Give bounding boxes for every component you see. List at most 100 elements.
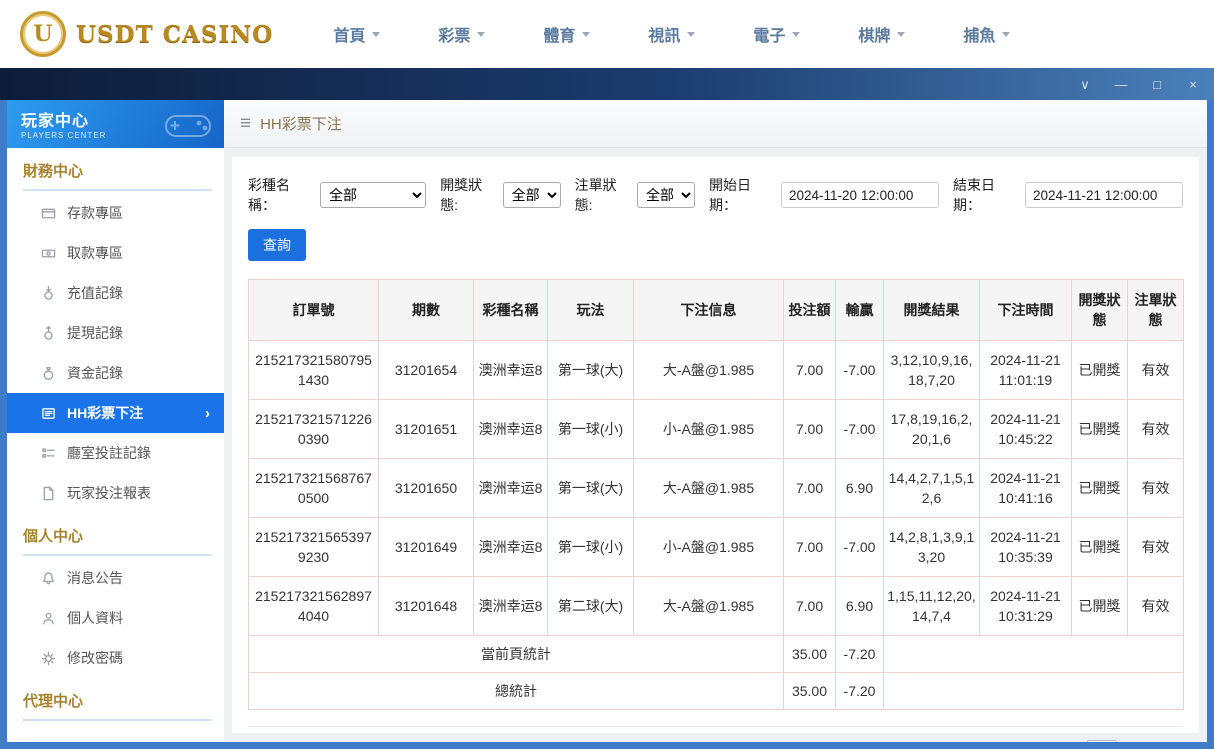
window-body: 玩家中心 PLAYERS CENTER 財務中心 存款專區 取款專區 充值記錄 bbox=[0, 100, 1214, 749]
search-button[interactable]: 查詢 bbox=[248, 229, 306, 261]
sidebar-item-announcements[interactable]: 消息公告 bbox=[7, 558, 224, 598]
hall-icon bbox=[41, 446, 56, 461]
sidebar-header: 玩家中心 PLAYERS CENTER bbox=[7, 100, 224, 148]
column-header-bet-amount: 投注額 bbox=[783, 279, 836, 341]
sidebar-section-personal[interactable]: 個人中心 bbox=[23, 525, 212, 556]
cell-lottery: 澳洲幸运8 bbox=[473, 458, 548, 518]
total-summary-empty bbox=[883, 672, 1184, 710]
cell-bet-amount: 7.00 bbox=[783, 576, 836, 636]
sidebar-item-deposit[interactable]: 存款專區 bbox=[7, 193, 224, 233]
cell-bet-time: 2024-11-21 10:45:22 bbox=[979, 399, 1072, 459]
cell-order-status: 有效 bbox=[1127, 399, 1184, 459]
menu-toggle-icon[interactable]: ≡ bbox=[240, 113, 251, 135]
chevron-down-icon bbox=[582, 31, 591, 37]
jump-label-before: 第 bbox=[1063, 741, 1077, 742]
total-summary-bet: 35.00 bbox=[783, 672, 836, 710]
cell-draw-status: 已開獎 bbox=[1071, 399, 1128, 459]
cell-play: 第一球(小) bbox=[547, 517, 634, 577]
window-minimize-icon[interactable]: — bbox=[1114, 78, 1128, 91]
total-summary-label: 總統計 bbox=[248, 672, 784, 710]
cell-play: 第一球(大) bbox=[547, 340, 634, 400]
sidebar-item-player-bet-report[interactable]: 玩家投注報表 bbox=[7, 473, 224, 513]
sidebar-item-withdraw[interactable]: 取款專區 bbox=[7, 233, 224, 273]
cell-winloss: -7.00 bbox=[835, 399, 884, 459]
lottery-name-select[interactable]: 全部 bbox=[319, 182, 427, 208]
window-maximize-icon[interactable]: □ bbox=[1150, 78, 1164, 91]
jump-button[interactable]: 跳转 bbox=[1151, 741, 1179, 742]
cell-play: 第一球(大) bbox=[547, 458, 634, 518]
column-header-draw-status: 開獎狀態 bbox=[1071, 279, 1128, 341]
cell-bet-info: 小-A盤@1.985 bbox=[633, 517, 784, 577]
cell-period: 31201650 bbox=[378, 458, 474, 518]
cell-draw-result: 17,8,19,16,2,20,1,6 bbox=[883, 399, 980, 459]
start-date-input[interactable] bbox=[781, 182, 940, 208]
gamepad-icon bbox=[165, 115, 211, 137]
cell-bet-time: 2024-11-21 10:31:29 bbox=[979, 576, 1072, 636]
sidebar-section-agent[interactable]: 代理中心 bbox=[23, 690, 212, 721]
cell-period: 31201649 bbox=[378, 517, 474, 577]
draw-status-label: 開獎狀態: bbox=[440, 177, 483, 213]
nav-item-slots[interactable]: 電子 bbox=[753, 22, 801, 46]
order-status-label: 注單狀態: bbox=[574, 177, 617, 213]
column-header-bet-info: 下注信息 bbox=[633, 279, 784, 341]
lottery-name-label: 彩種名稱： bbox=[248, 177, 290, 213]
cell-order-status: 有效 bbox=[1127, 458, 1184, 518]
current-page[interactable]: 1 bbox=[977, 741, 1001, 742]
sidebar-item-recharge-records[interactable]: 充值記錄 bbox=[7, 273, 224, 313]
column-header-draw-result: 開獎結果 bbox=[883, 279, 980, 341]
sidebar-item-profile[interactable]: 個人資料 bbox=[7, 598, 224, 638]
cell-bet-time: 2024-11-21 10:35:39 bbox=[979, 517, 1072, 577]
order-status-select[interactable]: 全部 bbox=[637, 182, 696, 208]
cell-lottery: 澳洲幸运8 bbox=[473, 340, 548, 400]
main-content: ≡ HH彩票下注 彩種名稱： 全部 開獎狀態: 全部 注單狀態: 全部 開始日期… bbox=[224, 100, 1207, 742]
window-collapse-icon[interactable]: ∨ bbox=[1078, 78, 1092, 91]
page-summary-winloss: -7.20 bbox=[835, 635, 884, 673]
page-summary-row: 當前頁統計 35.00 -7.20 bbox=[248, 635, 1184, 673]
total-count: 共5条 bbox=[842, 741, 878, 742]
nav-item-home[interactable]: 首頁 bbox=[333, 22, 381, 46]
chevron-right-icon: › bbox=[205, 404, 210, 422]
nav-item-lottery[interactable]: 彩票 bbox=[438, 22, 486, 46]
cell-order-no: 2152173215687670500 bbox=[248, 458, 379, 518]
page-summary-label: 當前頁統計 bbox=[248, 635, 784, 673]
sidebar-section-finance[interactable]: 財務中心 bbox=[23, 160, 212, 191]
cell-draw-status: 已開獎 bbox=[1071, 517, 1128, 577]
nav-item-cards[interactable]: 棋牌 bbox=[858, 22, 906, 46]
next-page-link[interactable]: 下一页 bbox=[1011, 741, 1053, 742]
draw-status-select[interactable]: 全部 bbox=[502, 182, 561, 208]
cell-period: 31201648 bbox=[378, 576, 474, 636]
first-page-link[interactable]: 首页 bbox=[888, 741, 916, 742]
cell-bet-info: 大-A盤@1.985 bbox=[633, 576, 784, 636]
column-header-order-no: 訂單號 bbox=[248, 279, 379, 341]
sidebar-item-funds-records[interactable]: 資金記錄 bbox=[7, 353, 224, 393]
cell-bet-info: 大-A盤@1.985 bbox=[633, 458, 784, 518]
sidebar-item-hh-lottery-bets[interactable]: HH彩票下注 › bbox=[7, 393, 224, 433]
cell-period: 31201651 bbox=[378, 399, 474, 459]
sidebar-item-hall-bet-records[interactable]: 廳室投註記錄 bbox=[7, 433, 224, 473]
column-header-order-status: 注單狀態 bbox=[1127, 279, 1184, 341]
page-title: HH彩票下注 bbox=[260, 116, 342, 133]
window-close-icon[interactable]: × bbox=[1186, 78, 1200, 91]
nav-item-sports[interactable]: 體育 bbox=[543, 22, 591, 46]
sidebar-item-change-password[interactable]: 修改密碼 bbox=[7, 638, 224, 678]
cell-bet-amount: 7.00 bbox=[783, 340, 836, 400]
cell-bet-amount: 7.00 bbox=[783, 458, 836, 518]
column-header-bet-time: 下注時間 bbox=[979, 279, 1072, 341]
table-row: 2152173215653979230 31201649 澳洲幸运8 第一球(小… bbox=[248, 517, 1184, 577]
chevron-down-icon bbox=[687, 31, 696, 37]
cell-order-status: 有效 bbox=[1127, 340, 1184, 400]
prev-page-link[interactable]: 上一页 bbox=[926, 741, 968, 742]
site-header: U USDT CASINO 首頁 彩票 體育 視訊 電子 棋牌 捕魚 bbox=[0, 0, 1214, 68]
nav-item-fishing[interactable]: 捕魚 bbox=[963, 22, 1011, 46]
column-header-period: 期數 bbox=[378, 279, 474, 341]
jump-page-input[interactable] bbox=[1087, 740, 1117, 742]
logo-text: USDT CASINO bbox=[76, 20, 274, 48]
end-date-input[interactable] bbox=[1025, 182, 1183, 208]
cell-bet-amount: 7.00 bbox=[783, 517, 836, 577]
breadcrumb: ≡ HH彩票下注 bbox=[224, 100, 1207, 148]
nav-item-live[interactable]: 視訊 bbox=[648, 22, 696, 46]
pagination: 共5条 首页 上一页 1 下一页 第 页 跳转 bbox=[842, 740, 1179, 742]
site-logo[interactable]: U USDT CASINO bbox=[20, 11, 273, 57]
table-row: 2152173215687670500 31201650 澳洲幸运8 第一球(大… bbox=[248, 458, 1184, 518]
sidebar-item-cashout-records[interactable]: 提現記錄 bbox=[7, 313, 224, 353]
